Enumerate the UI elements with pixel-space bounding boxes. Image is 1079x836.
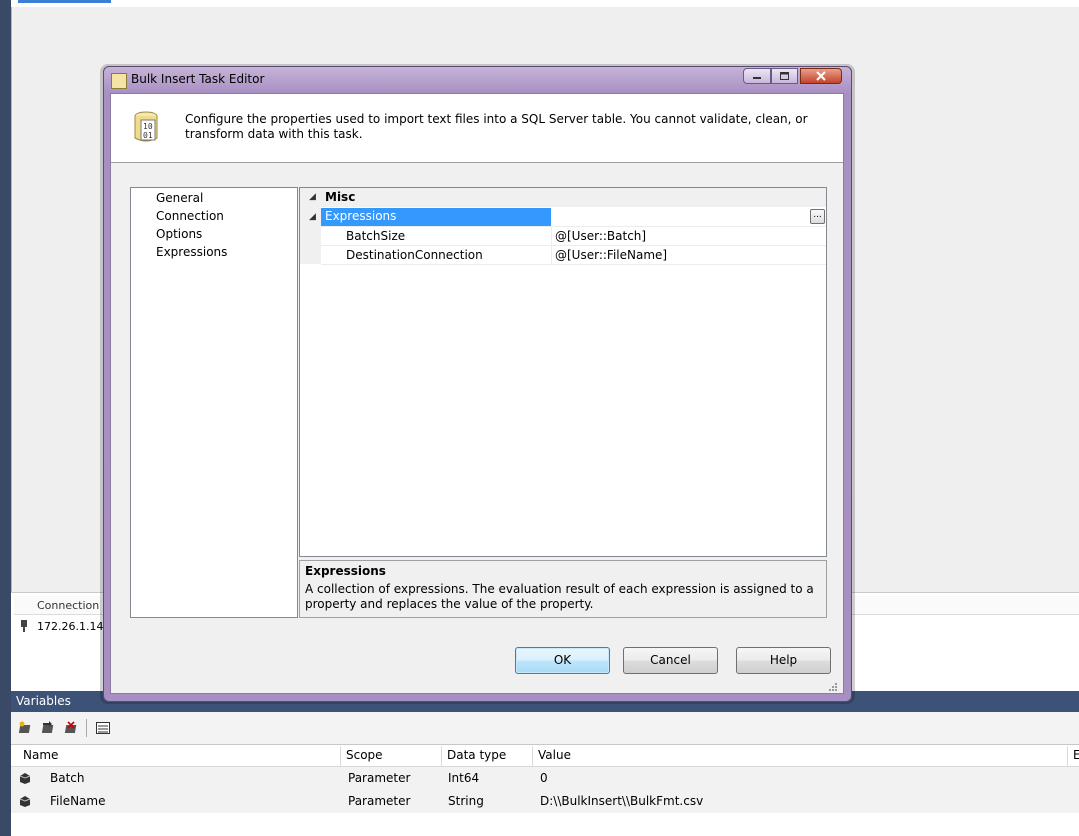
nav-item-general[interactable]: General xyxy=(156,191,203,205)
ellipsis-button[interactable]: ... xyxy=(810,209,825,224)
variable-name[interactable]: FileName xyxy=(50,794,105,808)
column-header-datatype[interactable]: Data type xyxy=(447,748,506,762)
grid-line xyxy=(321,226,826,227)
column-header-name[interactable]: Name xyxy=(23,748,58,762)
delete-variable-icon[interactable] xyxy=(64,721,80,735)
column-separator xyxy=(1067,746,1068,766)
minimize-button[interactable] xyxy=(743,68,771,84)
maximize-icon xyxy=(780,72,789,80)
column-separator xyxy=(441,746,442,766)
ide-left-strip xyxy=(0,0,11,836)
variable-value[interactable]: D:\\BulkInsert\\BulkFmt.csv xyxy=(540,794,703,808)
variable-datatype[interactable]: Int64 xyxy=(448,771,479,785)
move-variable-icon[interactable] xyxy=(41,721,57,735)
maximize-button[interactable] xyxy=(771,68,798,84)
add-variable-icon[interactable] xyxy=(18,721,34,735)
column-header-expression[interactable]: E xyxy=(1073,748,1079,762)
variables-title: Variables xyxy=(16,694,71,708)
close-icon xyxy=(816,71,826,81)
svg-text:01: 01 xyxy=(143,131,153,140)
variable-name[interactable]: Batch xyxy=(50,771,85,785)
property-name[interactable]: DestinationConnection xyxy=(346,248,483,262)
close-button[interactable] xyxy=(800,68,842,84)
expressions-property-label: Expressions xyxy=(325,209,397,223)
property-value[interactable]: @[User::FileName] xyxy=(555,248,667,262)
minimize-icon xyxy=(753,77,761,79)
variables-toolbar xyxy=(11,712,1079,745)
dialog-title: Bulk Insert Task Editor xyxy=(131,72,265,86)
variable-scope[interactable]: Parameter xyxy=(348,771,410,785)
description-divider xyxy=(111,162,843,163)
collapse-triangle-icon[interactable]: ◢ xyxy=(309,192,316,202)
category-row-misc[interactable] xyxy=(300,188,826,207)
property-name[interactable]: BatchSize xyxy=(346,229,405,243)
connection-plug-icon xyxy=(21,620,27,632)
nav-item-options[interactable]: Options xyxy=(156,227,202,241)
variable-value[interactable]: 0 xyxy=(540,771,548,785)
help-title: Expressions xyxy=(305,564,386,578)
dialog-description: Configure the properties used to import … xyxy=(185,112,808,141)
svg-text:10: 10 xyxy=(143,122,153,131)
column-separator xyxy=(532,746,533,766)
grid-column-divider xyxy=(551,226,552,264)
resize-grip-icon[interactable] xyxy=(826,682,838,692)
property-value[interactable]: @[User::Batch] xyxy=(555,229,646,243)
ok-button[interactable]: OK xyxy=(515,647,610,674)
ide-active-tab-indicator xyxy=(18,0,111,3)
help-text: A collection of expressions. The evaluat… xyxy=(305,582,814,611)
help-button[interactable]: Help xyxy=(736,647,831,674)
category-label: Misc xyxy=(325,190,356,204)
column-header-value[interactable]: Value xyxy=(538,748,571,762)
grid-options-icon[interactable] xyxy=(95,721,111,735)
bulk-insert-task-icon xyxy=(111,73,127,89)
bulk-insert-banner-icon: 10 01 xyxy=(134,111,158,142)
toolbar-separator xyxy=(86,719,87,737)
collapse-triangle-icon[interactable]: ◢ xyxy=(309,212,316,222)
grid-line xyxy=(321,245,826,246)
column-header-scope[interactable]: Scope xyxy=(346,748,383,762)
variable-icon xyxy=(19,796,31,807)
variable-icon xyxy=(19,773,31,784)
nav-item-expressions[interactable]: Expressions xyxy=(156,245,227,259)
cancel-button[interactable]: Cancel xyxy=(623,647,718,674)
variable-datatype[interactable]: String xyxy=(448,794,484,808)
nav-item-connection[interactable]: Connection xyxy=(156,209,224,223)
variable-scope[interactable]: Parameter xyxy=(348,794,410,808)
grid-line xyxy=(321,264,826,265)
column-separator xyxy=(340,746,341,766)
